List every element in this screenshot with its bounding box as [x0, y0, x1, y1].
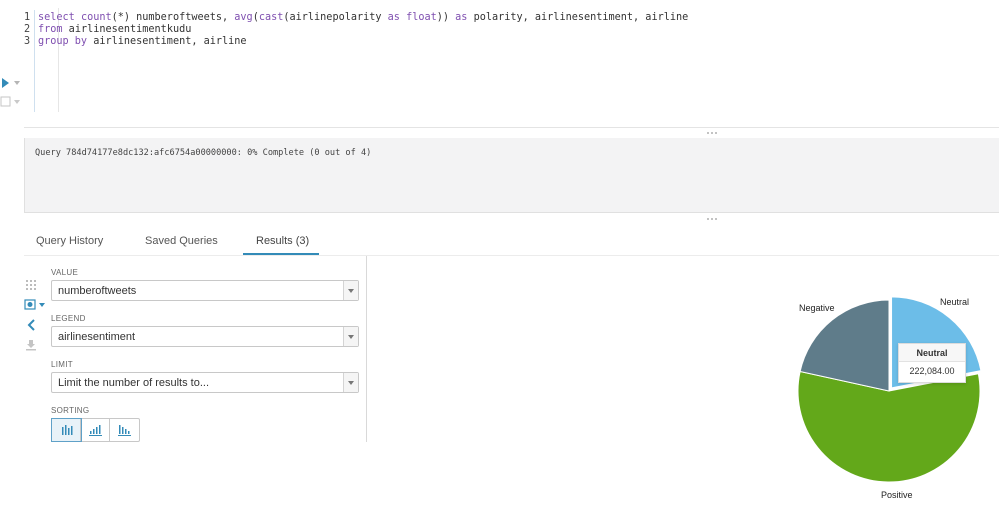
- code-line[interactable]: 3 group by airlinesentiment, airline: [24, 36, 247, 48]
- line-number: 3: [24, 36, 31, 47]
- sort-none-button[interactable]: [51, 418, 82, 442]
- value-select[interactable]: numberoftweets: [51, 280, 359, 301]
- query-status-text: Query 784d74177e8dc132:afc6754a00000000:…: [35, 148, 372, 158]
- chart-tooltip: Neutral 222,084.00: [898, 343, 966, 383]
- pie-label-positive: Positive: [881, 490, 913, 500]
- tab-query-history[interactable]: Query History: [36, 235, 103, 247]
- query-status-box: Query 784d74177e8dc132:afc6754a00000000:…: [24, 138, 999, 212]
- legend-select-value: airlinesentiment: [58, 331, 136, 343]
- tab-saved-queries[interactable]: Saved Queries: [145, 235, 218, 247]
- resize-handle-2[interactable]: [707, 217, 719, 221]
- code-token: count: [80, 12, 112, 23]
- limit-label: LIMIT: [51, 360, 73, 369]
- chart-type-icon[interactable]: [24, 299, 48, 311]
- code-token: avg: [234, 12, 253, 23]
- code-token: group by: [38, 36, 88, 47]
- sort-ascending-icon: [89, 425, 102, 436]
- code-token: airlinesentiment, airline: [87, 36, 247, 47]
- pie-label-neutral: Neutral: [940, 297, 970, 307]
- settings-divider: [366, 256, 367, 442]
- legend-label: LEGEND: [51, 314, 86, 323]
- chevron-left-icon[interactable]: [26, 319, 38, 331]
- tab-results[interactable]: Results (3): [256, 235, 309, 247]
- pie-chart: [797, 296, 982, 483]
- code-token: (*) numberoftweets,: [111, 12, 235, 23]
- code-token: polarity, airlinesentiment, airline: [467, 12, 689, 23]
- code-token: (airlinepolarity: [283, 12, 388, 23]
- play-icon[interactable]: [0, 77, 22, 89]
- code-line[interactable]: 2 from airlinesentimentkudu: [24, 24, 191, 36]
- sorting-label: SORTING: [51, 406, 90, 415]
- code-token: float: [406, 12, 437, 23]
- tooltip-title: Neutral: [899, 344, 965, 362]
- code-token: as: [387, 12, 400, 23]
- tabs-separator: [24, 255, 999, 256]
- chevron-down-icon[interactable]: [343, 373, 358, 392]
- download-icon[interactable]: [25, 339, 37, 351]
- limit-select-value: Limit the number of results to...: [58, 377, 210, 389]
- pie-label-negative: Negative: [799, 303, 835, 313]
- snippet-icon[interactable]: [0, 96, 22, 108]
- code-token: cast: [258, 12, 284, 23]
- value-label: VALUE: [51, 268, 79, 277]
- line-number: 2: [24, 24, 31, 35]
- value-select-value: numberoftweets: [58, 285, 137, 297]
- sql-editor[interactable]: 1 select count(*) numberoftweets, avg(cas…: [24, 8, 999, 112]
- line-number: 1: [24, 12, 31, 23]
- legend-select[interactable]: airlinesentiment: [51, 326, 359, 347]
- sorting-buttons: [51, 418, 140, 442]
- resize-handle[interactable]: [707, 131, 719, 135]
- editor-separator: [24, 127, 999, 128]
- code-token: )): [436, 12, 456, 23]
- code-token: as: [455, 12, 468, 23]
- status-separator: [24, 212, 999, 213]
- sort-descending-button[interactable]: [110, 419, 139, 441]
- code-token: select: [38, 12, 81, 23]
- tooltip-value: 222,084.00: [909, 366, 955, 376]
- sort-ascending-button[interactable]: [81, 419, 110, 441]
- bars-icon: [62, 425, 73, 435]
- code-token: from: [38, 24, 63, 35]
- limit-select[interactable]: Limit the number of results to...: [51, 372, 359, 393]
- chevron-down-icon[interactable]: [343, 327, 358, 346]
- grid-icon[interactable]: [25, 279, 37, 291]
- sort-descending-icon: [118, 425, 131, 436]
- code-token: airlinesentimentkudu: [62, 24, 192, 35]
- code-line[interactable]: 1 select count(*) numberoftweets, avg(cas…: [24, 12, 688, 24]
- chevron-down-icon[interactable]: [343, 281, 358, 300]
